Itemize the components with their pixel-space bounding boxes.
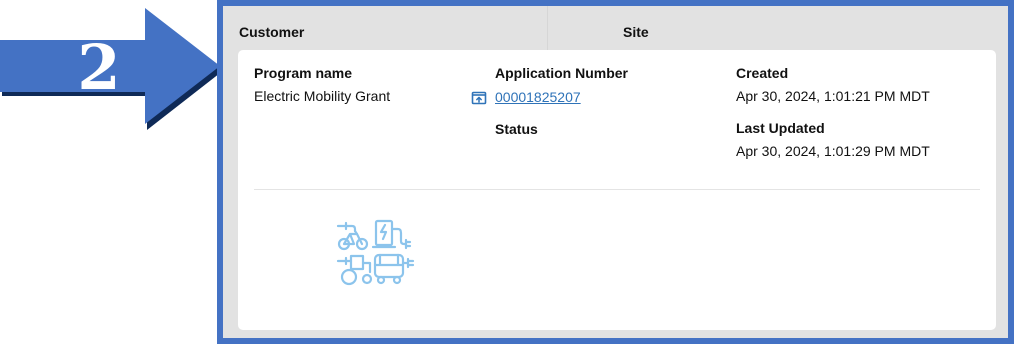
- status-label: Status: [495, 121, 538, 137]
- customer-label: Customer: [239, 24, 305, 40]
- application-number-link[interactable]: 00001825207: [495, 88, 581, 106]
- last-updated-value: Apr 30, 2024, 1:01:29 PM MDT: [736, 143, 930, 159]
- card-divider: [254, 189, 980, 190]
- header-divider: [547, 6, 548, 50]
- program-name-label: Program name: [254, 65, 353, 81]
- last-updated-label: Last Updated: [736, 120, 825, 136]
- created-label: Created: [736, 65, 789, 81]
- status-field: Status: [495, 120, 538, 138]
- site-label: Site: [623, 24, 649, 40]
- application-link-row: 00001825207: [471, 87, 628, 106]
- open-record-icon[interactable]: [471, 90, 487, 106]
- record-panel-highlight: Customer Site Program name Electric Mobi…: [217, 0, 1014, 344]
- electric-mobility-logo-icon: [336, 219, 415, 286]
- panel-header: Customer Site: [223, 6, 1008, 50]
- application-number-field: Application Number 00001825207: [471, 64, 629, 106]
- record-details-card: Program name Electric Mobility Grant App…: [238, 50, 996, 330]
- created-field: Created Apr 30, 2024, 1:01:21 PM MDT: [736, 64, 930, 105]
- last-updated-field: Last Updated Apr 30, 2024, 1:01:29 PM MD…: [736, 119, 930, 160]
- program-name-field: Program name Electric Mobility Grant: [254, 64, 390, 105]
- application-number-label: Application Number: [495, 65, 629, 81]
- created-value: Apr 30, 2024, 1:01:21 PM MDT: [736, 88, 930, 104]
- program-name-value: Electric Mobility Grant: [254, 88, 391, 104]
- step-number: 2: [77, 31, 121, 104]
